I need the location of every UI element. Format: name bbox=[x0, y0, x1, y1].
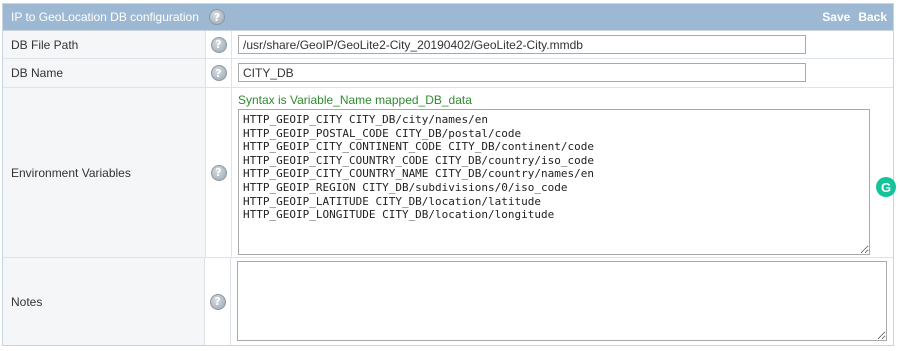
db-name-label: DB Name bbox=[3, 59, 206, 87]
db-name-field-cell bbox=[232, 59, 893, 87]
row-db-name: DB Name ? bbox=[3, 59, 893, 88]
help-cell: ? bbox=[206, 31, 232, 58]
help-icon[interactable]: ? bbox=[210, 65, 227, 81]
db-file-path-input[interactable] bbox=[238, 35, 806, 54]
panel-header: IP to GeoLocation DB configuration ? Sav… bbox=[3, 4, 893, 31]
db-name-input[interactable] bbox=[238, 63, 806, 82]
row-notes: Notes ? bbox=[3, 258, 893, 345]
environment-variables-label: Environment Variables bbox=[3, 88, 206, 257]
help-cell: ? bbox=[206, 59, 232, 87]
panel-title: IP to GeoLocation DB configuration bbox=[11, 10, 199, 24]
row-db-file-path: DB File Path ? bbox=[3, 31, 893, 59]
help-cell: ? bbox=[205, 258, 231, 345]
back-button[interactable]: Back bbox=[858, 10, 887, 24]
grammarly-icon[interactable]: G bbox=[876, 177, 896, 197]
row-environment-variables: Environment Variables ? Syntax is Variab… bbox=[3, 88, 896, 258]
geolocation-config-panel: IP to GeoLocation DB configuration ? Sav… bbox=[2, 3, 896, 346]
notes-field-cell bbox=[231, 258, 893, 345]
header-actions: Save Back bbox=[822, 10, 887, 24]
syntax-hint: Syntax is Variable_Name mapped_DB_data bbox=[238, 93, 472, 107]
db-file-path-field-cell bbox=[232, 31, 893, 58]
db-file-path-label: DB File Path bbox=[3, 31, 206, 58]
help-icon[interactable]: ? bbox=[210, 36, 227, 53]
save-button[interactable]: Save bbox=[822, 10, 850, 24]
notes-label: Notes bbox=[3, 258, 206, 345]
environment-variables-textarea[interactable]: HTTP_GEOIP_CITY CITY_DB/city/names/en HT… bbox=[238, 109, 870, 255]
notes-textarea[interactable] bbox=[237, 261, 887, 341]
environment-variables-field-cell: Syntax is Variable_Name mapped_DB_data H… bbox=[232, 88, 896, 258]
help-icon[interactable]: ? bbox=[210, 164, 227, 181]
environment-variables-wrap: HTTP_GEOIP_CITY CITY_DB/city/names/en HT… bbox=[238, 109, 896, 258]
help-icon[interactable]: ? bbox=[209, 293, 226, 310]
help-icon[interactable]: ? bbox=[208, 9, 225, 25]
help-cell: ? bbox=[206, 88, 232, 257]
